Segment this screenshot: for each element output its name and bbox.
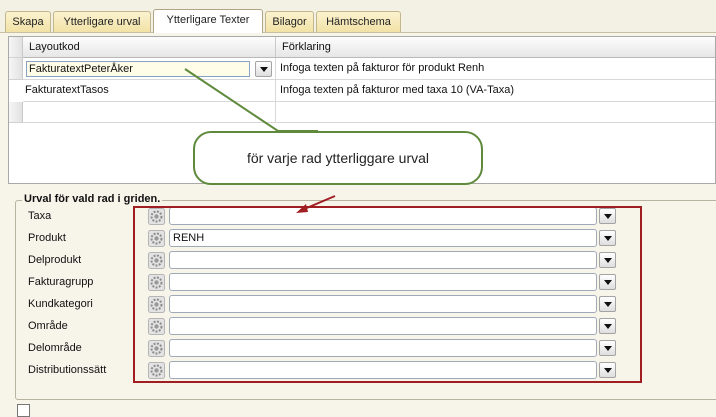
callout-pointer	[184, 68, 318, 132]
red-arrow-head	[296, 204, 308, 213]
annotation-arrows	[184, 68, 336, 213]
